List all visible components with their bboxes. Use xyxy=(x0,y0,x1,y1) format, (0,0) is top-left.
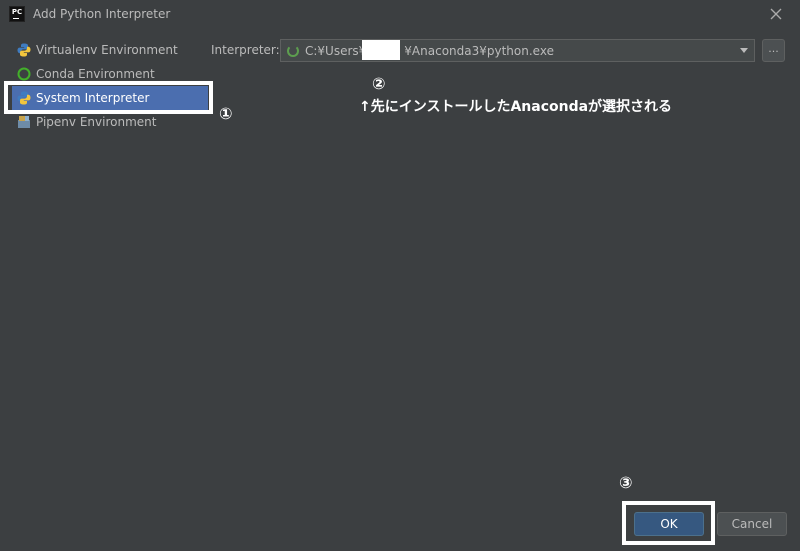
sidebar-item-conda[interactable]: Conda Environment xyxy=(12,62,208,86)
browse-button[interactable]: ... xyxy=(762,39,785,62)
window-title: Add Python Interpreter xyxy=(33,7,171,21)
cancel-button[interactable]: Cancel xyxy=(717,512,787,536)
sidebar-item-label: Virtualenv Environment xyxy=(36,43,178,57)
interpreter-label: Interpreter: xyxy=(211,43,280,57)
sidebar-item-label: System Interpreter xyxy=(36,91,150,105)
python-icon xyxy=(17,43,31,57)
sidebar-item-label: Conda Environment xyxy=(36,67,155,81)
annotation-note: ↑先にインストールしたAnacondaが選択される xyxy=(359,99,673,115)
close-button[interactable] xyxy=(766,4,786,24)
title-bar: PC Add Python Interpreter xyxy=(0,0,800,28)
environment-type-list: Virtualenv Environment Conda Environment… xyxy=(12,38,208,134)
pipenv-icon xyxy=(18,116,30,128)
sidebar-item-virtualenv[interactable]: Virtualenv Environment xyxy=(12,38,208,62)
annotation-marker-3: ③ xyxy=(619,473,633,492)
redacted-username-block xyxy=(362,40,400,60)
loading-spinner-icon xyxy=(287,44,299,57)
conda-icon xyxy=(17,67,31,81)
sidebar-item-label: Pipenv Environment xyxy=(36,115,157,129)
interpreter-path-suffix: ¥Anaconda3¥python.exe xyxy=(404,43,554,58)
python-icon xyxy=(17,91,31,105)
ok-button[interactable]: OK xyxy=(634,512,704,536)
sidebar-item-pipenv[interactable]: Pipenv Environment xyxy=(12,110,208,134)
sidebar-item-system-interpreter[interactable]: System Interpreter xyxy=(12,86,208,110)
app-logo-text: PC xyxy=(11,8,23,16)
chevron-down-icon xyxy=(740,48,748,53)
close-icon xyxy=(770,8,782,20)
annotation-marker-2: ② xyxy=(372,74,386,93)
interpreter-path-prefix: C:¥Users¥ xyxy=(305,43,367,58)
pycharm-logo-icon: PC xyxy=(9,6,25,22)
annotation-marker-1: ① xyxy=(219,104,233,123)
interpreter-dropdown[interactable]: C:¥Users¥ ¥Anaconda3¥python.exe xyxy=(280,39,755,62)
